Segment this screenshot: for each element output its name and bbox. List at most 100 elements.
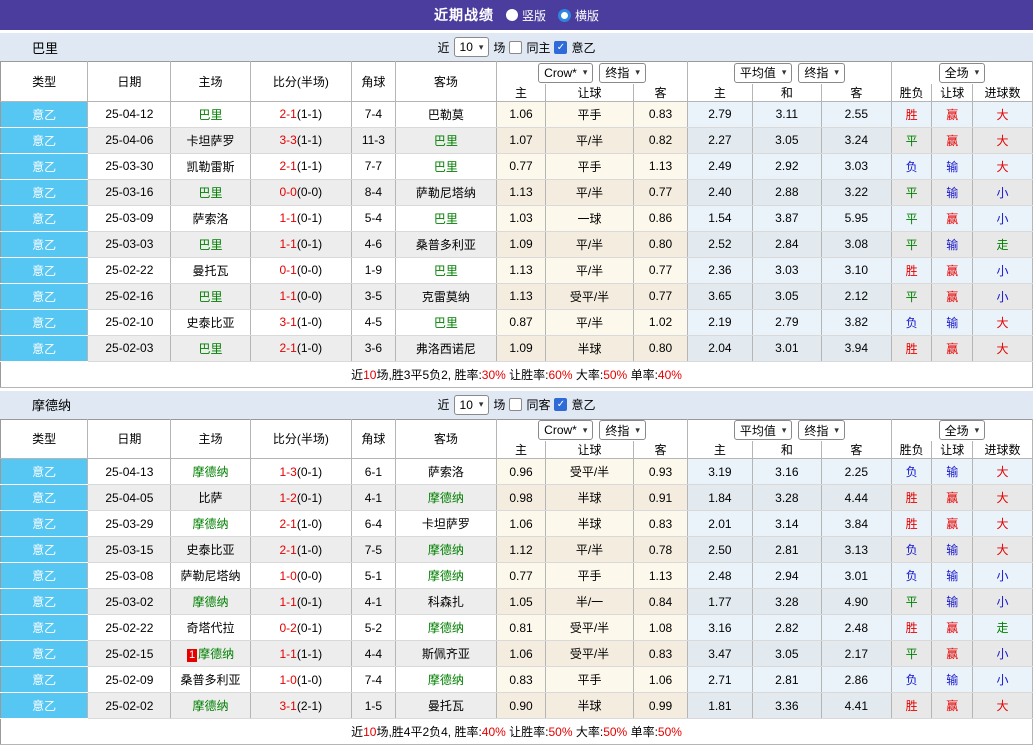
- goals-result-cell: 小: [973, 257, 1033, 283]
- match-rows: 意乙25-04-12巴里2-1(1-1)7-4巴勒莫1.06平手0.832.79…: [1, 101, 1033, 361]
- match-row: 意乙25-03-30凯勒雷斯2-1(1-1)7-7巴里0.77平手1.132.4…: [1, 153, 1033, 179]
- same-venue-checkbox[interactable]: [509, 41, 522, 54]
- avg-draw-cell: 3.03: [752, 257, 821, 283]
- average-select[interactable]: 平均值▾: [734, 63, 793, 83]
- result-cell: 胜: [891, 485, 932, 511]
- handicap-result-cell: 赢: [932, 205, 973, 231]
- same-venue-label: 同客: [526, 396, 550, 413]
- league-checkbox[interactable]: ✓: [554, 398, 567, 411]
- handicap-cell: 半球: [545, 693, 633, 719]
- section-header: 巴里 近 10 ▾ 场 同主 ✓ 意乙: [0, 33, 1033, 61]
- away-team-name: 巴里: [434, 316, 458, 330]
- layout-option-vertical[interactable]: 竖版: [506, 7, 546, 24]
- bookmaker-select-value: Crow*: [544, 66, 577, 80]
- match-row: 意乙25-02-22奇塔代拉0-2(0-1)5-2摩德纳0.81受平/半1.08…: [1, 615, 1033, 641]
- fulltime-score: 3-3: [280, 133, 297, 147]
- league-checkbox[interactable]: ✓: [554, 41, 567, 54]
- away-team-cell: 克雷莫纳: [395, 283, 496, 309]
- fulltime-score: 1-0: [280, 673, 297, 687]
- goals-result-cell: 大: [973, 101, 1033, 127]
- avg-away-cell: 3.13: [821, 537, 891, 563]
- away-team-cell: 摩德纳: [395, 563, 496, 589]
- summary-text: 场,胜4平2负4, 胜率:: [376, 725, 481, 739]
- fulltime-select[interactable]: 全场▾: [939, 63, 986, 83]
- score-cell: 2-1(1-0): [250, 335, 351, 361]
- team-name: 摩德纳: [32, 395, 71, 414]
- sub-col-goals-result: 进球数: [973, 84, 1033, 102]
- match-row: 意乙25-04-12巴里2-1(1-1)7-4巴勒莫1.06平手0.832.79…: [1, 101, 1033, 127]
- bookmaker-select[interactable]: Crow*▾: [538, 63, 593, 83]
- league-type-cell: 意乙: [1, 309, 88, 335]
- match-count-select[interactable]: 10 ▾: [454, 395, 490, 415]
- match-date-cell: 25-03-16: [88, 179, 171, 205]
- corner-cell: 6-1: [352, 459, 396, 485]
- result-cell: 负: [891, 537, 932, 563]
- away-team-name: 卡坦萨罗: [422, 517, 470, 531]
- goals-result-cell: 大: [973, 511, 1033, 537]
- summary-text: 近: [351, 368, 363, 382]
- match-row: 意乙25-02-03巴里2-1(1-0)3-6弗洛西诺尼1.09半球0.802.…: [1, 335, 1033, 361]
- match-date-cell: 25-03-03: [88, 231, 171, 257]
- average-stage-select[interactable]: 终指▾: [798, 420, 845, 440]
- odds-stage-select[interactable]: 终指▾: [599, 420, 646, 440]
- sub-col-handicap: 让球: [545, 441, 633, 459]
- league-type-cell: 意乙: [1, 537, 88, 563]
- match-count-select[interactable]: 10 ▾: [454, 37, 490, 57]
- bookmaker-select-value: Crow*: [544, 423, 577, 437]
- handicap-cell: 平手: [545, 563, 633, 589]
- home-team-cell: 比萨: [171, 485, 250, 511]
- away-odds-cell: 1.13: [634, 153, 688, 179]
- away-odds-cell: 0.83: [634, 641, 688, 667]
- home-team-name: 巴里: [199, 186, 223, 200]
- away-odds-cell: 1.02: [634, 309, 688, 335]
- handicap-cell: 受平/半: [545, 615, 633, 641]
- avg-away-cell: 2.17: [821, 641, 891, 667]
- goals-result-cell: 小: [973, 589, 1033, 615]
- odds-stage-select[interactable]: 终指▾: [599, 63, 646, 83]
- sub-col-avg-away: 客: [821, 84, 891, 102]
- home-team-name: 史泰比亚: [187, 543, 235, 557]
- average-stage-select[interactable]: 终指▾: [798, 63, 845, 83]
- radio-checked-icon[interactable]: [558, 9, 571, 22]
- chevron-down-icon: ▾: [834, 426, 839, 435]
- result-cell: 平: [891, 641, 932, 667]
- match-date-cell: 25-04-12: [88, 101, 171, 127]
- bookmaker-select[interactable]: Crow* ▾: [538, 420, 593, 440]
- score-cell: 3-1(2-1): [250, 693, 351, 719]
- same-venue-checkbox[interactable]: [509, 398, 522, 411]
- sub-col-avg-away: 客: [821, 441, 891, 459]
- red-card-badge: 1: [187, 649, 197, 662]
- average-select[interactable]: 平均值▾: [734, 420, 793, 440]
- handicap-cell: 平/半: [545, 537, 633, 563]
- home-odds-cell: 0.77: [497, 153, 546, 179]
- layout-option-horizontal[interactable]: 横版: [558, 7, 599, 24]
- away-odds-cell: 1.13: [634, 563, 688, 589]
- home-team-name: 摩德纳: [193, 465, 229, 479]
- result-cell: 负: [891, 459, 932, 485]
- avg-home-cell: 3.16: [687, 615, 752, 641]
- home-odds-cell: 1.03: [497, 205, 546, 231]
- halftime-score: (1-0): [297, 543, 322, 557]
- home-odds-cell: 1.13: [497, 283, 546, 309]
- score-cell: 1-1(0-0): [250, 283, 351, 309]
- fulltime-score: 2-1: [280, 107, 297, 121]
- match-row: 意乙25-03-02摩德纳1-1(0-1)4-1科森扎1.05半/一0.841.…: [1, 589, 1033, 615]
- avg-draw-cell: 2.88: [752, 179, 821, 205]
- home-team-cell: 曼托瓦: [171, 257, 250, 283]
- away-team-name: 摩德纳: [428, 621, 464, 635]
- match-date-cell: 25-02-10: [88, 309, 171, 335]
- home-odds-cell: 0.77: [497, 563, 546, 589]
- home-team-cell: 桑普多利亚: [171, 667, 250, 693]
- home-team-name: 凯勒雷斯: [187, 160, 235, 174]
- avg-draw-cell: 2.94: [752, 563, 821, 589]
- corner-cell: 7-5: [352, 537, 396, 563]
- summary-value: 60%: [549, 368, 573, 382]
- page-title: 近期战绩: [434, 5, 494, 25]
- chevron-down-icon: ▾: [583, 426, 588, 435]
- home-team-cell: 巴里: [171, 231, 250, 257]
- radio-unchecked-icon[interactable]: [506, 9, 518, 21]
- goals-result-cell: 小: [973, 667, 1033, 693]
- home-team-cell: 摩德纳: [171, 511, 250, 537]
- summary-text: 单率:: [627, 725, 658, 739]
- fulltime-select[interactable]: 全场▾: [939, 420, 986, 440]
